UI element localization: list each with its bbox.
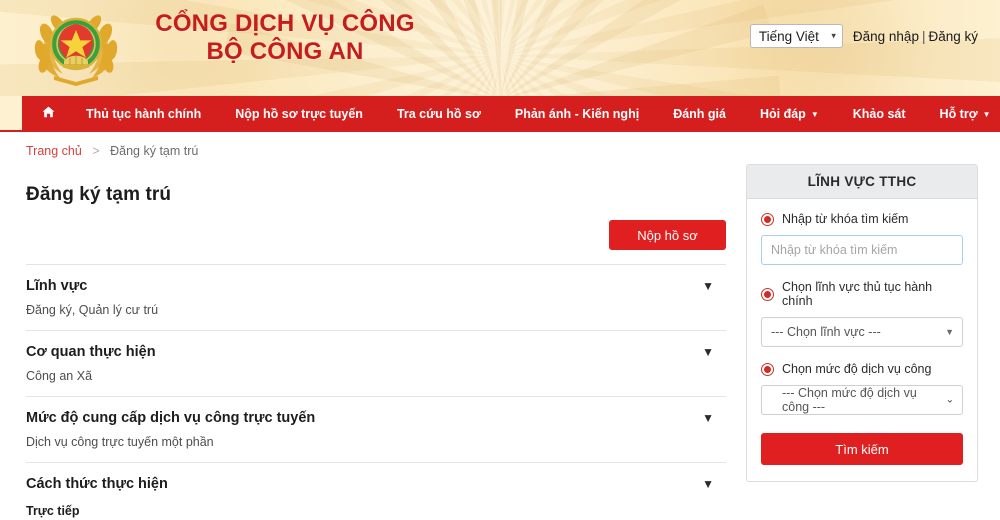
breadcrumb-current: Đăng ký tạm trú	[110, 144, 199, 158]
accordion-body: Trực tiếp Trực tuyến	[26, 492, 726, 520]
breadcrumb-separator: >	[92, 144, 100, 158]
chevron-down-icon[interactable]: ▼	[702, 280, 714, 292]
accordion-header[interactable]: Cách thức thực hiện ▼	[26, 476, 726, 492]
radio-option-level[interactable]: Chọn mức độ dịch vụ công	[761, 362, 963, 376]
chevron-down-icon[interactable]: ▼	[702, 346, 714, 358]
accordion-body: Đăng ký, Quản lý cư trú	[26, 303, 159, 317]
login-link[interactable]: Đăng nhập	[853, 29, 919, 44]
auth-separator: |	[921, 28, 926, 44]
nav-item-home[interactable]	[30, 96, 69, 132]
home-icon	[42, 96, 55, 132]
accordion-body-line: Trực tiếp	[26, 504, 80, 518]
nav-item-tra-cuu-ho-so[interactable]: Tra cứu hồ sơ	[380, 96, 498, 132]
nav-item-label: Đánh giá	[673, 107, 726, 121]
accordion-title: Cách thức thực hiện	[26, 476, 168, 492]
register-link[interactable]: Đăng ký	[928, 29, 978, 44]
linh-vuc-select[interactable]: --- Chọn lĩnh vực ---	[761, 317, 963, 347]
accordion-header[interactable]: Mức độ cung cấp dịch vụ công trực tuyến …	[26, 410, 726, 426]
accordion-section-co-quan-thuc-hien: Cơ quan thực hiện ▼ Công an Xã	[26, 330, 726, 396]
nav-item-danh-gia[interactable]: Đánh giá	[656, 96, 743, 132]
accordion-header[interactable]: Cơ quan thực hiện ▼	[26, 344, 726, 360]
nav-item-ho-tro[interactable]: Hỗ trợ ▼	[923, 96, 1000, 132]
accordion-body: Dịch vụ công trực tuyến một phần	[26, 435, 214, 449]
nav-item-label: Khảo sát	[852, 107, 906, 121]
main-navigation-shell: Thủ tục hành chính Nộp hồ sơ trực tuyến …	[0, 96, 1000, 132]
accordion-title: Lĩnh vực	[26, 278, 88, 294]
submit-application-button[interactable]: Nộp hồ sơ	[609, 220, 726, 250]
header-utility-bar: Tiếng Việt ▾ Đăng nhập | Đăng ký	[749, 24, 978, 48]
nav-item-thu-tuc-hanh-chinh[interactable]: Thủ tục hành chính	[69, 96, 218, 132]
keyword-field	[761, 235, 963, 265]
chevron-down-icon: ▼	[982, 110, 991, 119]
accordion-title: Mức độ cung cấp dịch vụ công trực tuyến	[26, 410, 316, 426]
nav-item-nop-ho-so-truc-tuyen[interactable]: Nộp hồ sơ trực tuyến	[218, 96, 380, 132]
accordion-title: Cơ quan thực hiện	[26, 344, 156, 360]
radio-keyword-label: Nhập từ khóa tìm kiếm	[782, 212, 909, 226]
nav-item-hoi-dap[interactable]: Hỏi đáp ▼	[743, 96, 836, 132]
nav-item-label: Thủ tục hành chính	[86, 107, 202, 121]
site-banner: CỔNG DỊCH VỤ CÔNG BỘ CÔNG AN Tiếng Việt …	[0, 0, 1000, 96]
main-navigation: Thủ tục hành chính Nộp hồ sơ trực tuyến …	[22, 96, 1000, 132]
language-select[interactable]: Tiếng Việt	[749, 24, 843, 48]
nav-item-phan-anh-kien-nghi[interactable]: Phản ánh - Kiến nghị	[498, 96, 656, 132]
radio-field-label: Chọn lĩnh vực thủ tục hành chính	[782, 280, 933, 308]
nav-item-label: Hỗ trợ	[939, 107, 978, 121]
search-button[interactable]: Tìm kiếm	[761, 433, 963, 465]
radio-option-field[interactable]: Chọn lĩnh vực thủ tục hành chính	[761, 280, 963, 308]
site-brand-title: CỔNG DỊCH VỤ CÔNG BỘ CÔNG AN	[120, 10, 450, 67]
detail-accordion-list: Lĩnh vực ▼ Đăng ký, Quản lý cư trú Cơ qu…	[26, 264, 726, 520]
page-title: Đăng ký tạm trú	[26, 184, 172, 205]
accordion-body: Công an Xã	[26, 369, 93, 383]
muc-do-select[interactable]: --- Chọn mức độ dịch vụ công ---	[761, 385, 963, 415]
keyword-search-input[interactable]	[761, 235, 963, 265]
sidebar: LĨNH VỰC TTHC Nhập từ khóa tìm kiếm Chọn…	[726, 158, 978, 520]
page-body: Đăng ký tạm trú Nộp hồ sơ Lĩnh vực ▼ Đăn…	[0, 158, 1000, 520]
auth-links: Đăng nhập | Đăng ký	[853, 29, 978, 44]
tthc-search-panel: LĨNH VỰC TTHC Nhập từ khóa tìm kiếm Chọn…	[746, 164, 978, 482]
accordion-section-linh-vuc: Lĩnh vực ▼ Đăng ký, Quản lý cư trú	[26, 264, 726, 330]
breadcrumb-home-link[interactable]: Trang chủ	[26, 144, 82, 158]
nav-item-label: Hỏi đáp	[759, 107, 806, 121]
radio-level-label: Chọn mức độ dịch vụ công	[782, 362, 932, 376]
accordion-section-cach-thuc-thuc-hien: Cách thức thực hiện ▼ Trực tiếp Trực tuy…	[26, 462, 726, 520]
level-select-wrapper: --- Chọn mức độ dịch vụ công --- ⌄	[761, 385, 963, 415]
panel-body: Nhập từ khóa tìm kiếm Chọn lĩnh vực thủ …	[747, 199, 977, 481]
language-selector[interactable]: Tiếng Việt ▾	[749, 24, 843, 48]
field-select-wrapper: --- Chọn lĩnh vực --- ▼	[761, 317, 963, 347]
chevron-down-icon[interactable]: ▼	[702, 478, 714, 490]
breadcrumb: Trang chủ > Đăng ký tạm trú	[0, 132, 1000, 158]
brand-line-1: CỔNG DỊCH VỤ CÔNG	[155, 10, 415, 37]
radio-option-keyword[interactable]: Nhập từ khóa tìm kiếm	[761, 212, 963, 226]
nav-item-khao-sat[interactable]: Khảo sát	[836, 96, 923, 132]
chevron-down-icon[interactable]: ▼	[702, 412, 714, 424]
nav-item-label: Phản ánh - Kiến nghị	[514, 107, 640, 121]
panel-title: LĨNH VỰC TTHC	[747, 165, 977, 199]
radio-keyword-icon[interactable]	[761, 212, 774, 226]
vietnam-public-security-emblem-icon	[30, 6, 122, 86]
radio-field-icon[interactable]	[761, 287, 774, 301]
radio-level-icon[interactable]	[761, 362, 774, 376]
submit-row: Nộp hồ sơ	[26, 220, 726, 250]
nav-item-label: Tra cứu hồ sơ	[396, 107, 481, 121]
nav-item-label: Nộp hồ sơ trực tuyến	[235, 107, 363, 121]
brand-line-2: BỘ CÔNG AN	[206, 38, 364, 66]
accordion-section-muc-do-cung-cap: Mức độ cung cấp dịch vụ công trực tuyến …	[26, 396, 726, 462]
main-content: Đăng ký tạm trú Nộp hồ sơ Lĩnh vực ▼ Đăn…	[26, 158, 726, 520]
accordion-header[interactable]: Lĩnh vực ▼	[26, 278, 726, 294]
chevron-down-icon: ▼	[810, 110, 819, 119]
